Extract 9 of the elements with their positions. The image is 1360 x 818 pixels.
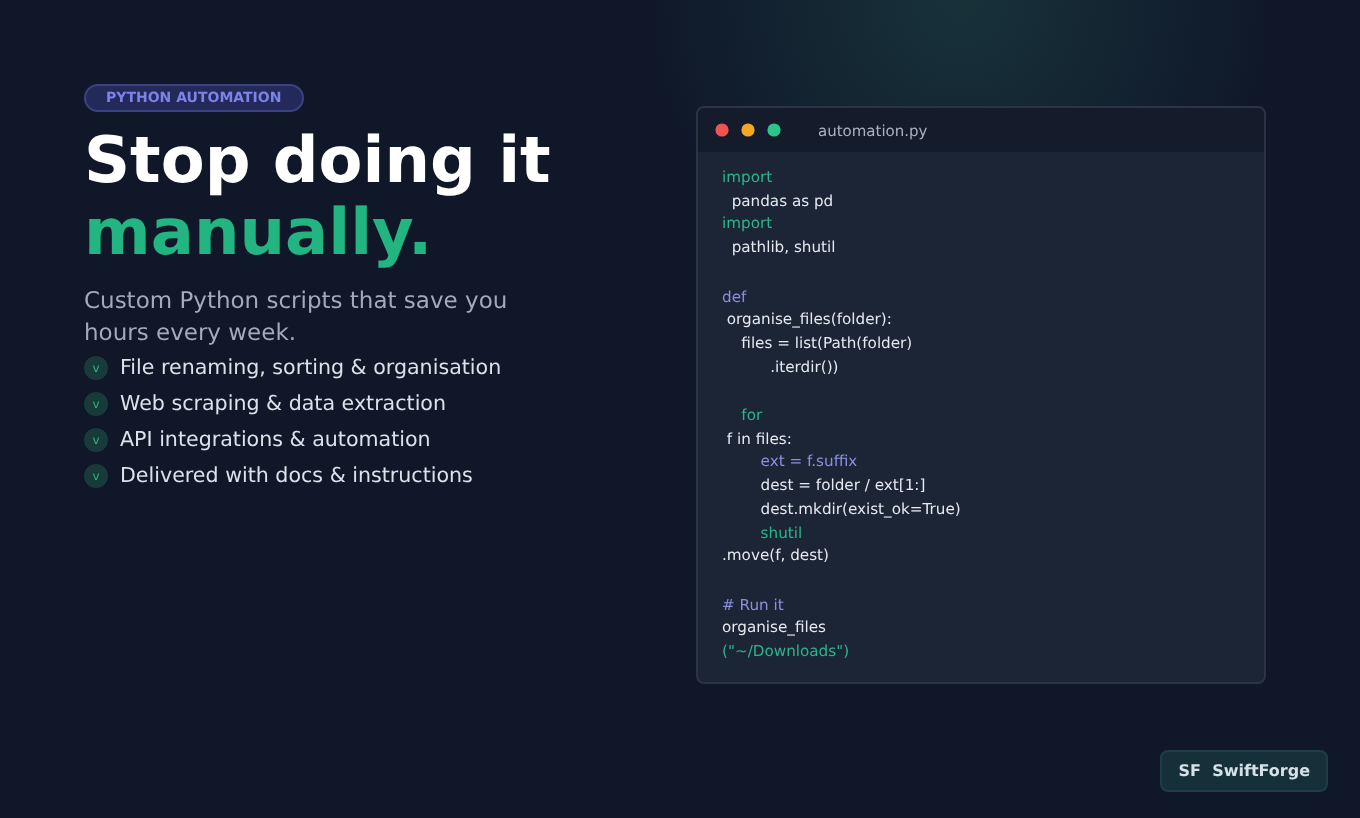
headline-accent: manually. [84,196,433,268]
feature-text: Delivered with docs & instructions [120,464,473,488]
headline: Stop doing it [84,124,551,196]
feature-text: Web scraping & data extraction [120,392,447,416]
feature-text: File renaming, sorting & organisation [120,356,502,380]
brand-logo: SF SwiftForge [1160,750,1328,792]
feature-text: API integrations & automation [120,428,431,452]
window-controls-icon [714,122,786,138]
subtitle: Custom Python scripts that save you hours every week. [84,284,510,348]
